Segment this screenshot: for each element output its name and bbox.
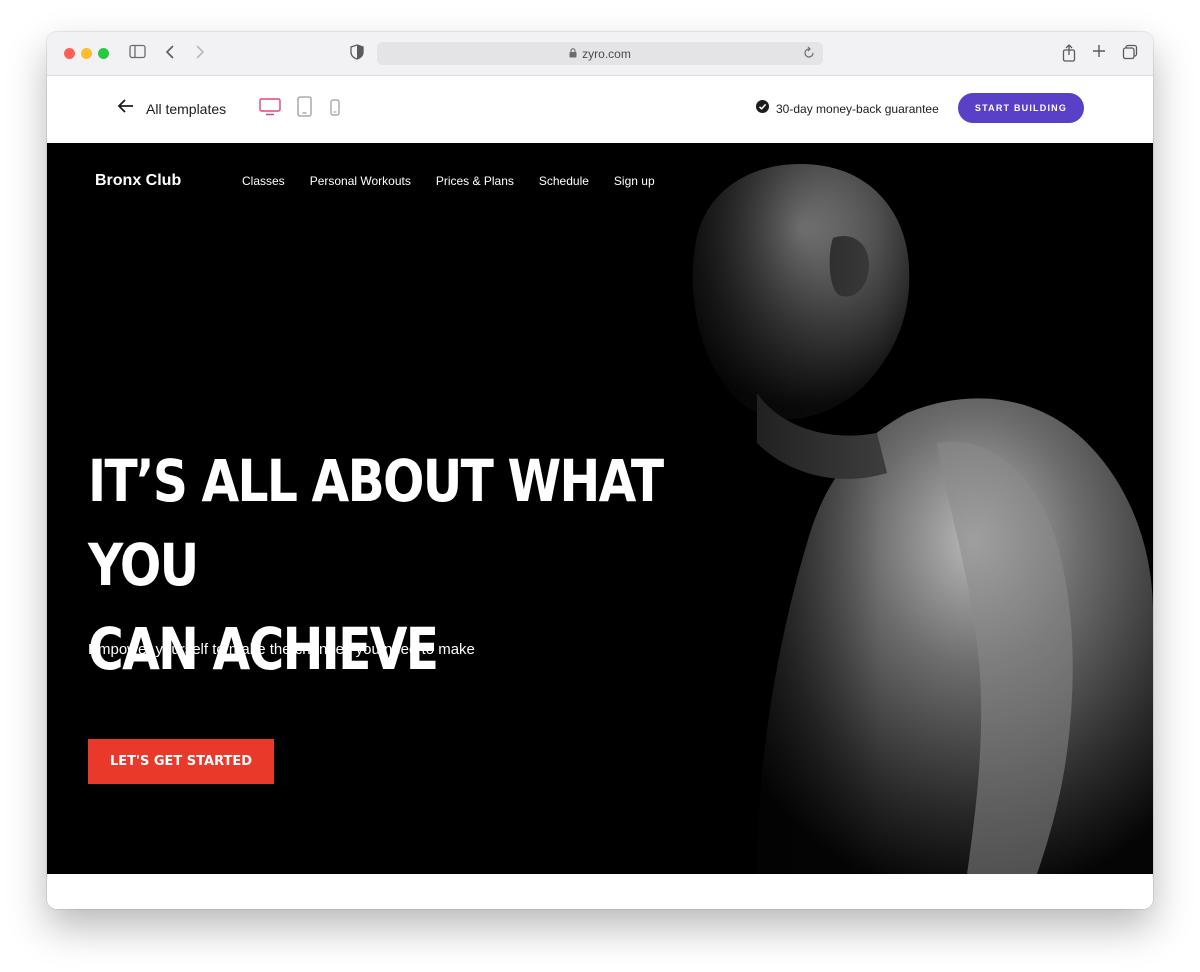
page-bottom-strip: [47, 874, 1153, 909]
address-bar[interactable]: zyro.com: [377, 42, 823, 65]
start-building-button[interactable]: START BUILDING: [958, 93, 1084, 123]
headline-line-1: IT’S ALL ABOUT WHAT YOU: [88, 447, 664, 599]
new-tab-icon[interactable]: [1092, 44, 1106, 63]
all-templates-link[interactable]: All templates: [117, 98, 226, 119]
get-started-button[interactable]: LET'S GET STARTED: [88, 739, 274, 784]
zoom-window-button[interactable]: [98, 48, 109, 59]
tabs-icon[interactable]: [1122, 44, 1138, 65]
forward-icon[interactable]: [195, 44, 205, 65]
arrow-left-icon: [117, 98, 134, 119]
close-window-button[interactable]: [64, 48, 75, 59]
desktop-icon[interactable]: [259, 98, 281, 121]
reload-icon[interactable]: [803, 46, 815, 63]
back-icon[interactable]: [165, 44, 175, 65]
url-text: zyro.com: [582, 46, 631, 61]
guarantee-text: 30-day money-back guarantee: [776, 102, 939, 116]
money-back-guarantee: 30-day money-back guarantee: [756, 100, 939, 118]
nav-item-prices-plans[interactable]: Prices & Plans: [436, 174, 514, 188]
tablet-icon[interactable]: [297, 96, 312, 122]
mobile-icon[interactable]: [330, 99, 340, 121]
nav-item-sign-up[interactable]: Sign up: [614, 174, 655, 188]
shield-icon[interactable]: [350, 44, 364, 65]
site-nav: Classes Personal Workouts Prices & Plans…: [242, 174, 655, 188]
editor-toolbar: All templates 30-day money-back guarante…: [47, 76, 1153, 143]
nav-item-schedule[interactable]: Schedule: [539, 174, 589, 188]
browser-chrome: zyro.com: [47, 32, 1153, 76]
nav-item-classes[interactable]: Classes: [242, 174, 285, 188]
check-circle-icon: [756, 100, 769, 118]
all-templates-label: All templates: [146, 100, 227, 117]
sidebar-icon[interactable]: [129, 44, 146, 64]
nav-item-personal-workouts[interactable]: Personal Workouts: [310, 174, 411, 188]
site-brand-logo[interactable]: Bronx Club: [95, 172, 181, 190]
hero-section: Bronx Club Classes Personal Workouts Pri…: [47, 143, 1153, 874]
minimize-window-button[interactable]: [81, 48, 92, 59]
share-icon[interactable]: [1062, 44, 1076, 67]
lock-icon: [569, 47, 577, 61]
browser-window: zyro.com All templates 30-day money-back…: [47, 32, 1153, 909]
hero-subheading: Empower yourself to make the changes you…: [88, 641, 475, 658]
